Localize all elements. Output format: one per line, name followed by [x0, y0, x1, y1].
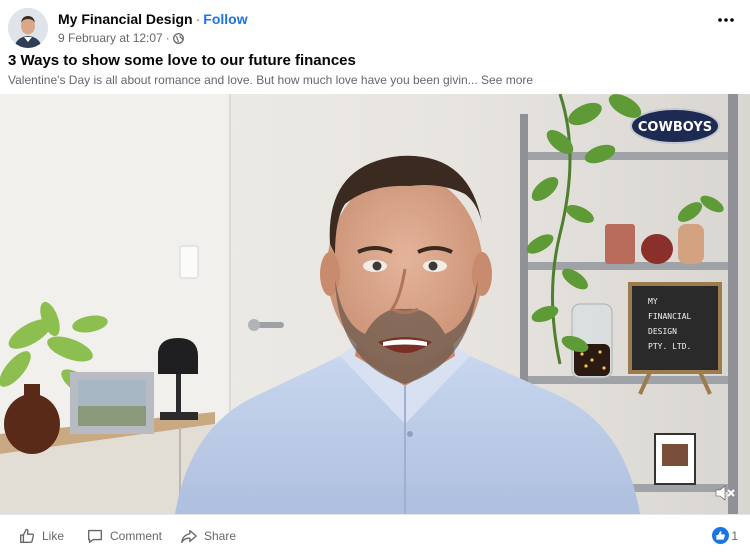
letterboard-line-2: FINANCIAL	[648, 312, 692, 321]
follow-button[interactable]: Follow	[203, 11, 247, 27]
separator-dot: ·	[195, 11, 201, 27]
more-options-icon	[718, 18, 734, 22]
like-label: Like	[42, 529, 65, 543]
reaction-summary[interactable]: 1	[712, 527, 738, 544]
post-description-text: Valentine's Day is all about romance and…	[8, 73, 478, 87]
post-description: Valentine's Day is all about romance and…	[8, 73, 533, 87]
share-label: Share	[204, 529, 237, 543]
more-options-button[interactable]	[714, 10, 738, 30]
like-icon	[20, 528, 35, 543]
share-button[interactable]: Share	[180, 527, 236, 545]
page-avatar[interactable]	[8, 8, 48, 48]
video-player[interactable]: COWBOYS MY FINANCIAL DESIGN PTY. LTD.	[0, 94, 750, 514]
comment-label: Comment	[110, 529, 163, 543]
post-title: 3 Ways to show some love to our future f…	[8, 52, 356, 69]
meta-separator: ·	[165, 31, 170, 45]
cowboys-sign-text: COWBOYS	[638, 120, 712, 135]
letterboard-line-1: MY	[648, 297, 658, 306]
video-frame: COWBOYS MY FINANCIAL DESIGN PTY. LTD.	[0, 94, 750, 514]
page-name-link[interactable]: My Financial Design	[58, 11, 193, 27]
post-meta: 9 February at 12:07 ·	[58, 31, 184, 45]
post-timestamp[interactable]: 9 February at 12:07	[58, 31, 163, 45]
post-card: My Financial Design · Follow 9 February at…	[0, 0, 750, 556]
mute-button[interactable]	[714, 484, 736, 502]
mute-icon	[715, 485, 735, 501]
letterboard-line-4: PTY. LTD.	[648, 342, 691, 351]
comment-icon	[88, 529, 102, 543]
globe-icon[interactable]	[172, 32, 184, 44]
comment-button[interactable]: Comment	[86, 527, 162, 545]
post-header-line: My Financial Design · Follow	[58, 11, 248, 27]
reaction-count: 1	[731, 528, 738, 543]
share-icon	[181, 529, 197, 543]
like-reaction-icon	[712, 527, 730, 544]
post-action-bar: Like Comment Share 1	[0, 514, 750, 556]
letterboard-line-3: DESIGN	[648, 327, 677, 336]
see-more-link[interactable]: See more	[481, 73, 533, 87]
like-button[interactable]: Like	[18, 527, 64, 545]
